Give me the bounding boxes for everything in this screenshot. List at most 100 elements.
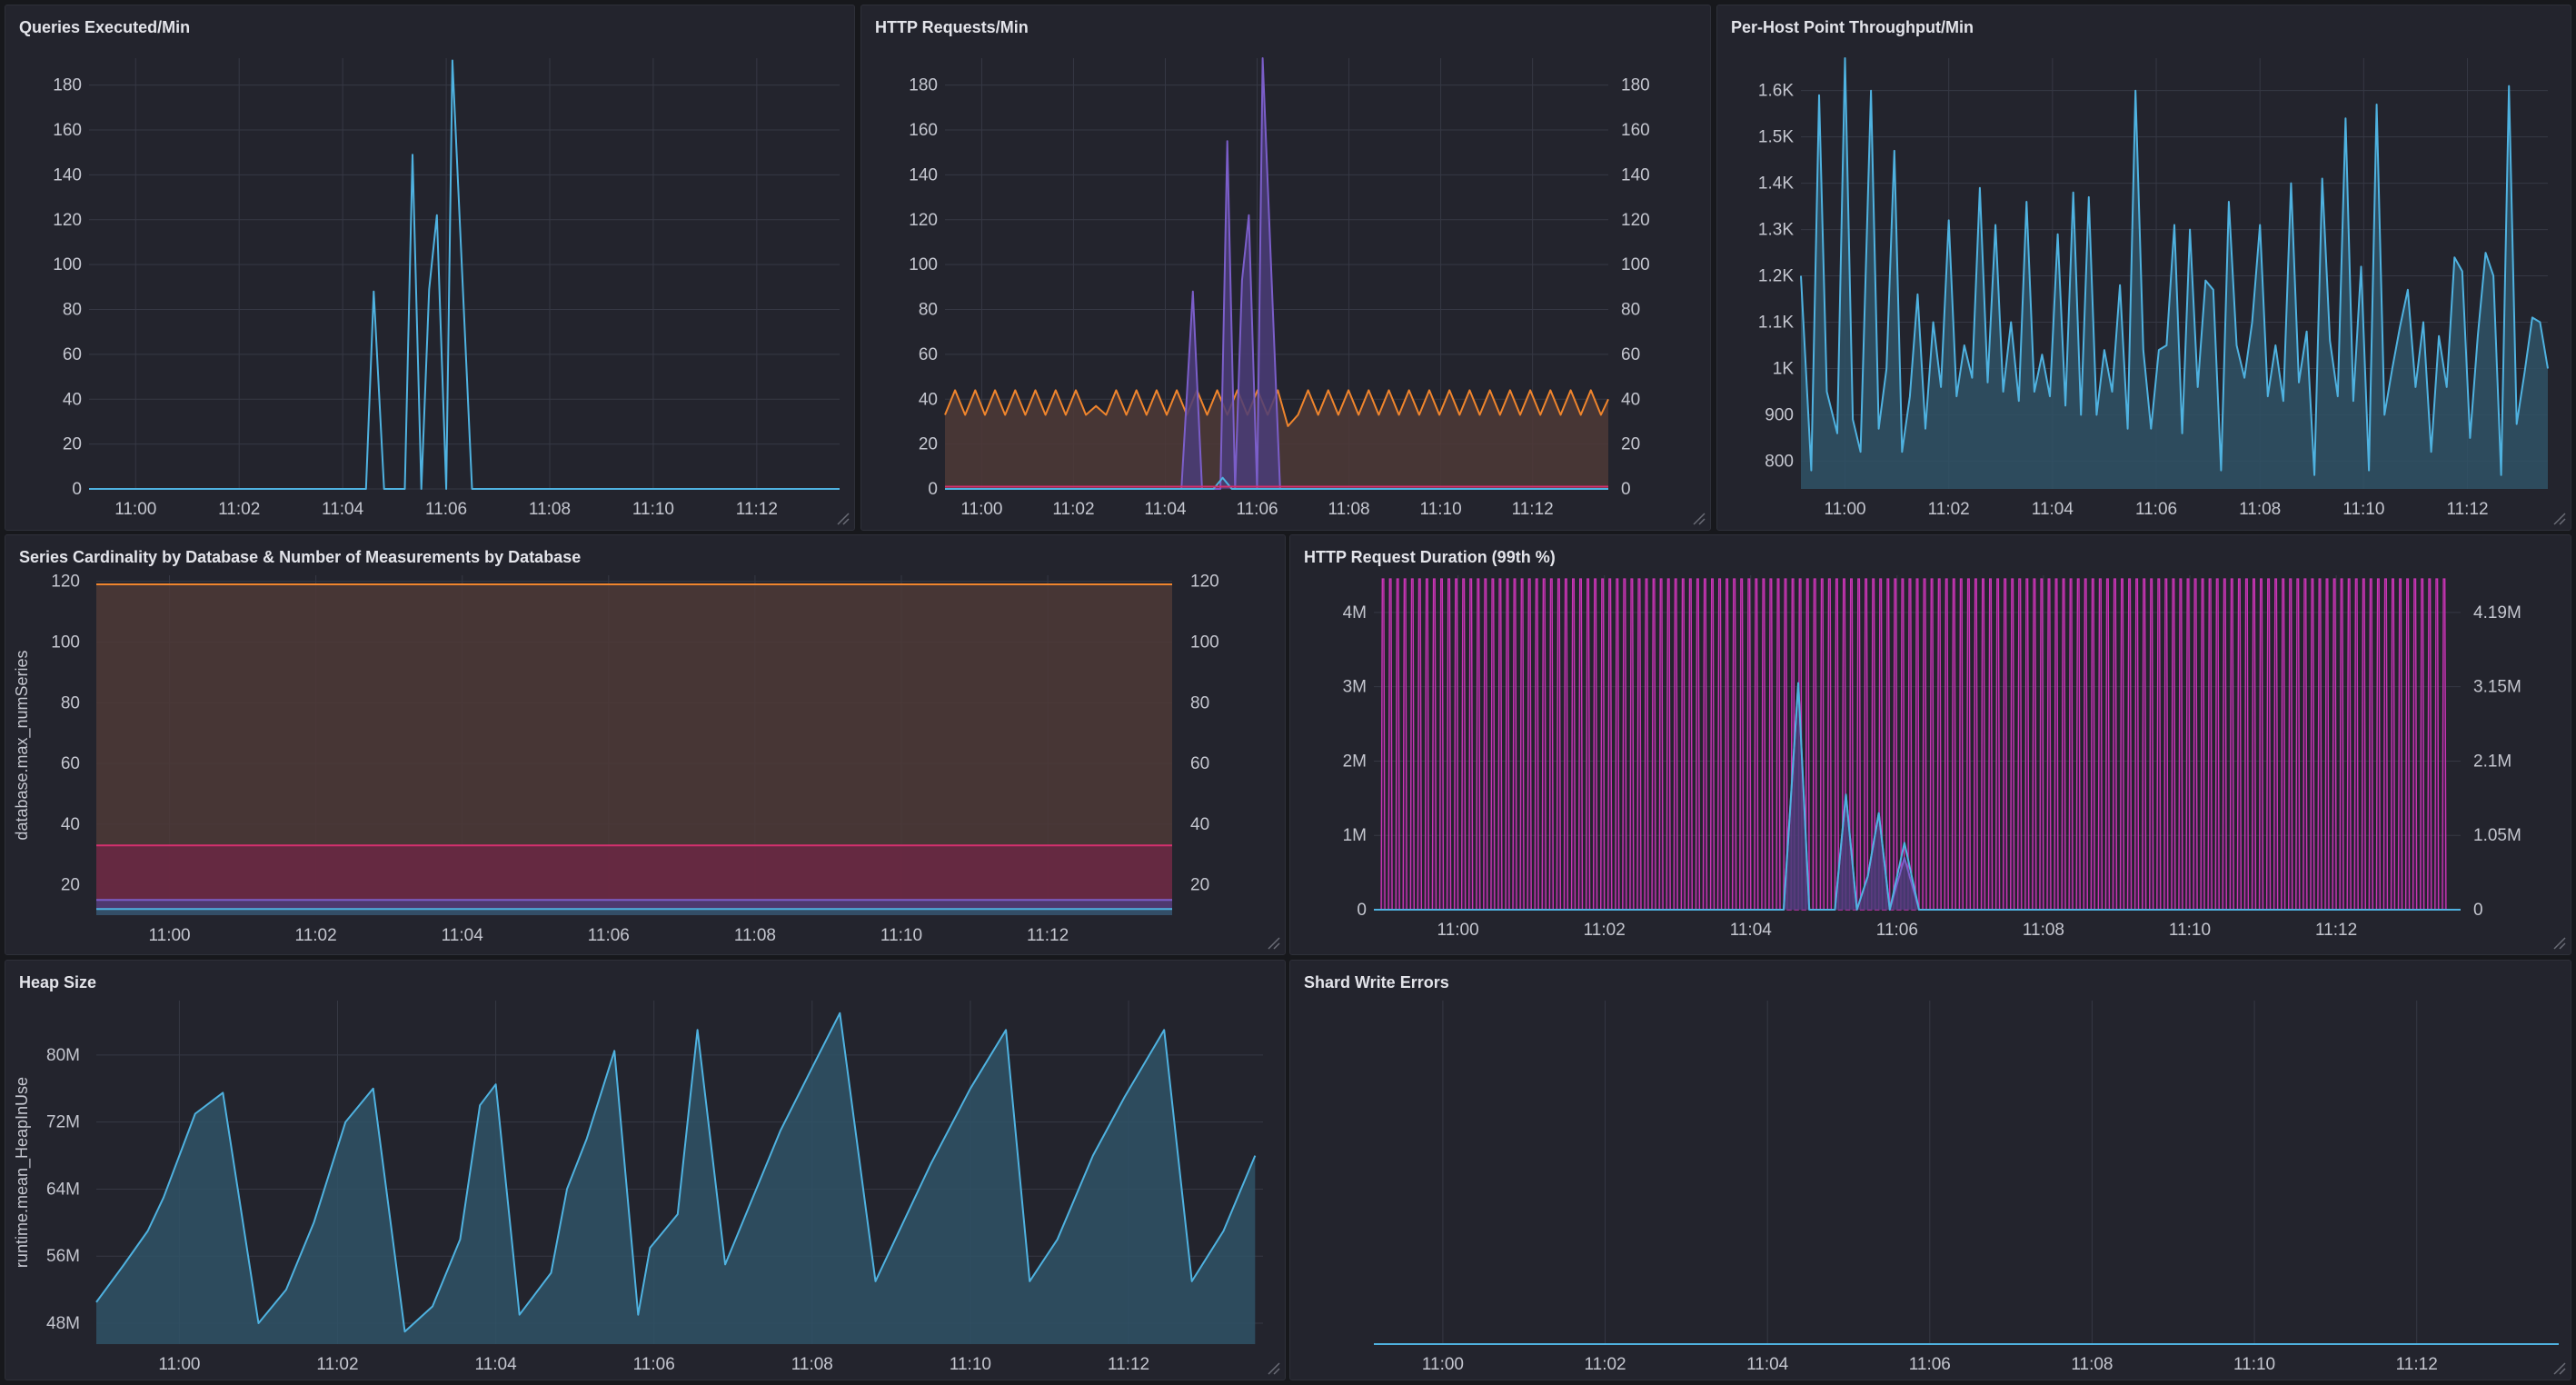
series-area-magenta [1381, 579, 2446, 910]
panel-heap-size[interactable]: Heap Size 11:00 11:02 11:04 11:06 11:08 11:10… [5, 960, 1286, 1380]
x-tick-label: 11:06 [1236, 500, 1278, 519]
x-tick-label: 11:04 [1746, 1355, 1789, 1374]
y-tick-label: 20 [61, 876, 80, 895]
y-axis-label: database.max_numSeries [13, 650, 32, 840]
x-tick-label: 11:10 [2233, 1355, 2275, 1374]
x-tick-label: 11:00 [114, 500, 156, 519]
x-tick-label: 11:12 [736, 500, 778, 519]
y-tick-label: 2M [1343, 752, 1367, 771]
resize-handle-icon[interactable] [1265, 934, 1281, 951]
y-tick-label-right: 40 [1621, 390, 1640, 409]
x-tick-label: 11:12 [2396, 1355, 2438, 1374]
y-tick-label-right: 80 [1621, 301, 1640, 320]
x-tick-label: 11:04 [442, 926, 484, 945]
y-tick-label-right: 100 [1190, 633, 1219, 652]
y-tick-label: 60 [61, 754, 80, 773]
x-tick-label: 11:08 [1328, 500, 1369, 519]
series-area-blue [96, 909, 1172, 915]
x-tick-label: 11:04 [475, 1355, 518, 1374]
x-tick-label: 11:10 [632, 500, 674, 519]
resize-handle-icon[interactable] [2551, 934, 2567, 951]
x-tick-label: 11:02 [1928, 500, 1970, 519]
x-tick-label: 11:10 [1420, 500, 1462, 519]
resize-handle-icon[interactable] [2551, 510, 2567, 526]
resize-handle-icon[interactable] [2551, 1360, 2567, 1376]
heap-size-chart[interactable]: 11:00 11:02 11:04 11:06 11:08 11:10 11:12 48M 56… [5, 961, 1287, 1381]
x-tick-label: 11:08 [2023, 921, 2064, 940]
x-tick-label: 11:10 [2169, 921, 2211, 940]
y-tick-label-right: 0 [1621, 480, 1631, 499]
y-tick-label: 0 [1357, 901, 1367, 920]
http-request-duration-chart[interactable]: 11:00 11:02 11:04 11:06 11:08 11:10 11:12 0 1M 2M… [1290, 535, 2572, 956]
resize-handle-icon[interactable] [1265, 1360, 1281, 1376]
x-tick-label: 11:08 [791, 1355, 833, 1374]
y-tick-label: 100 [909, 255, 938, 274]
panel-queries-executed[interactable]: Queries Executed/Min 11:00 11:02 11:04 11:0… [5, 5, 855, 531]
y-tick-label: 180 [909, 76, 938, 95]
y-tick-label: 120 [51, 573, 80, 592]
y-tick-label: 40 [61, 815, 80, 834]
x-tick-label: 11:08 [734, 926, 776, 945]
queries-chart[interactable]: 11:00 11:02 11:04 11:06 11:08 11:10 11:12 0 20 40… [5, 5, 856, 532]
x-tick-label: 11:04 [2032, 500, 2074, 519]
y-tick-label-right: 4.19M [2473, 603, 2521, 623]
x-tick-label: 11:08 [2071, 1355, 2113, 1374]
x-tick-label: 11:12 [1108, 1355, 1149, 1374]
panel-per-host-throughput[interactable]: Per-Host Point Throughput/Min 11:00 11:02… [1716, 5, 2571, 531]
y-tick-label-right: 1.05M [2473, 826, 2521, 845]
x-tick-label: 11:02 [1052, 500, 1094, 519]
x-tick-label: 11:12 [1027, 926, 1069, 945]
y-tick-label-right: 3.15M [2473, 678, 2521, 697]
resize-handle-icon[interactable] [834, 510, 850, 526]
series-cardinality-chart[interactable]: 11:00 11:02 11:04 11:06 11:08 11:10 11:12 20 40 6… [5, 535, 1287, 956]
panel-shard-write-errors[interactable]: Shard Write Errors 11:00 11:02 11:04 11:06 1… [1289, 960, 2571, 1380]
per-host-throughput-chart[interactable]: 11:00 11:02 11:04 11:06 11:08 11:10 11:12 800 90… [1717, 5, 2572, 532]
x-tick-label: 11:10 [2342, 500, 2384, 519]
y-tick-label-right: 180 [1621, 76, 1650, 95]
panel-http-request-duration[interactable]: HTTP Request Duration (99th %) 11:00 11:0… [1289, 534, 2571, 955]
x-tick-label: 11:04 [1144, 500, 1187, 519]
series-line-magenta [1380, 578, 2447, 911]
y-tick-label: 48M [46, 1314, 80, 1333]
x-tick-label: 11:02 [316, 1355, 358, 1374]
y-tick-label: 1.5K [1758, 128, 1794, 147]
y-tick-label: 120 [53, 211, 82, 230]
y-tick-label: 0 [928, 480, 938, 499]
shard-write-errors-chart[interactable]: 11:00 11:02 11:04 11:06 11:08 11:10 11:12 [1290, 961, 2572, 1381]
x-tick-label: 11:02 [218, 500, 260, 519]
x-tick-label: 11:08 [2239, 500, 2281, 519]
y-axis-label: runtime.mean_HeapInUse [13, 1077, 32, 1268]
y-tick-label: 60 [919, 345, 938, 364]
y-tick-label: 140 [909, 165, 938, 184]
y-tick-label: 80 [61, 693, 80, 712]
x-tick-label: 11:06 [633, 1355, 675, 1374]
x-tick-label: 11:02 [1584, 1355, 1626, 1374]
y-tick-label: 140 [53, 165, 82, 184]
y-tick-label: 1K [1773, 359, 1795, 378]
y-tick-label: 4M [1343, 603, 1367, 623]
y-tick-label-right: 2.1M [2473, 752, 2511, 771]
x-tick-label: 11:06 [2135, 500, 2177, 519]
x-tick-label: 11:00 [1422, 1355, 1464, 1374]
http-requests-chart[interactable]: 11:00 11:02 11:04 11:06 11:08 11:10 11:12 0 20 40… [861, 5, 1712, 532]
x-tick-label: 11:06 [425, 500, 467, 519]
y-tick-label: 40 [919, 390, 938, 409]
y-tick-label: 40 [63, 390, 82, 409]
x-tick-label: 11:06 [588, 926, 630, 945]
resize-handle-icon[interactable] [1690, 510, 1706, 526]
y-tick-label: 0 [72, 480, 82, 499]
y-tick-label: 100 [51, 633, 80, 652]
x-tick-label: 11:00 [148, 926, 190, 945]
y-tick-label-right: 100 [1621, 255, 1650, 274]
y-tick-label-right: 20 [1190, 876, 1209, 895]
x-tick-label: 11:02 [1584, 921, 1626, 940]
panel-series-cardinality[interactable]: Series Cardinality by Database & Number … [5, 534, 1286, 955]
y-tick-label: 1.4K [1758, 174, 1794, 194]
y-tick-label: 80M [46, 1046, 80, 1065]
y-tick-label: 120 [909, 211, 938, 230]
y-tick-label-right: 120 [1190, 573, 1219, 592]
y-tick-label: 1M [1343, 826, 1367, 845]
y-tick-label-right: 20 [1621, 435, 1640, 454]
panel-http-requests[interactable]: HTTP Requests/Min 11:00 11:02 11:04 11:06 11… [860, 5, 1711, 531]
x-tick-label: 11:08 [529, 500, 571, 519]
